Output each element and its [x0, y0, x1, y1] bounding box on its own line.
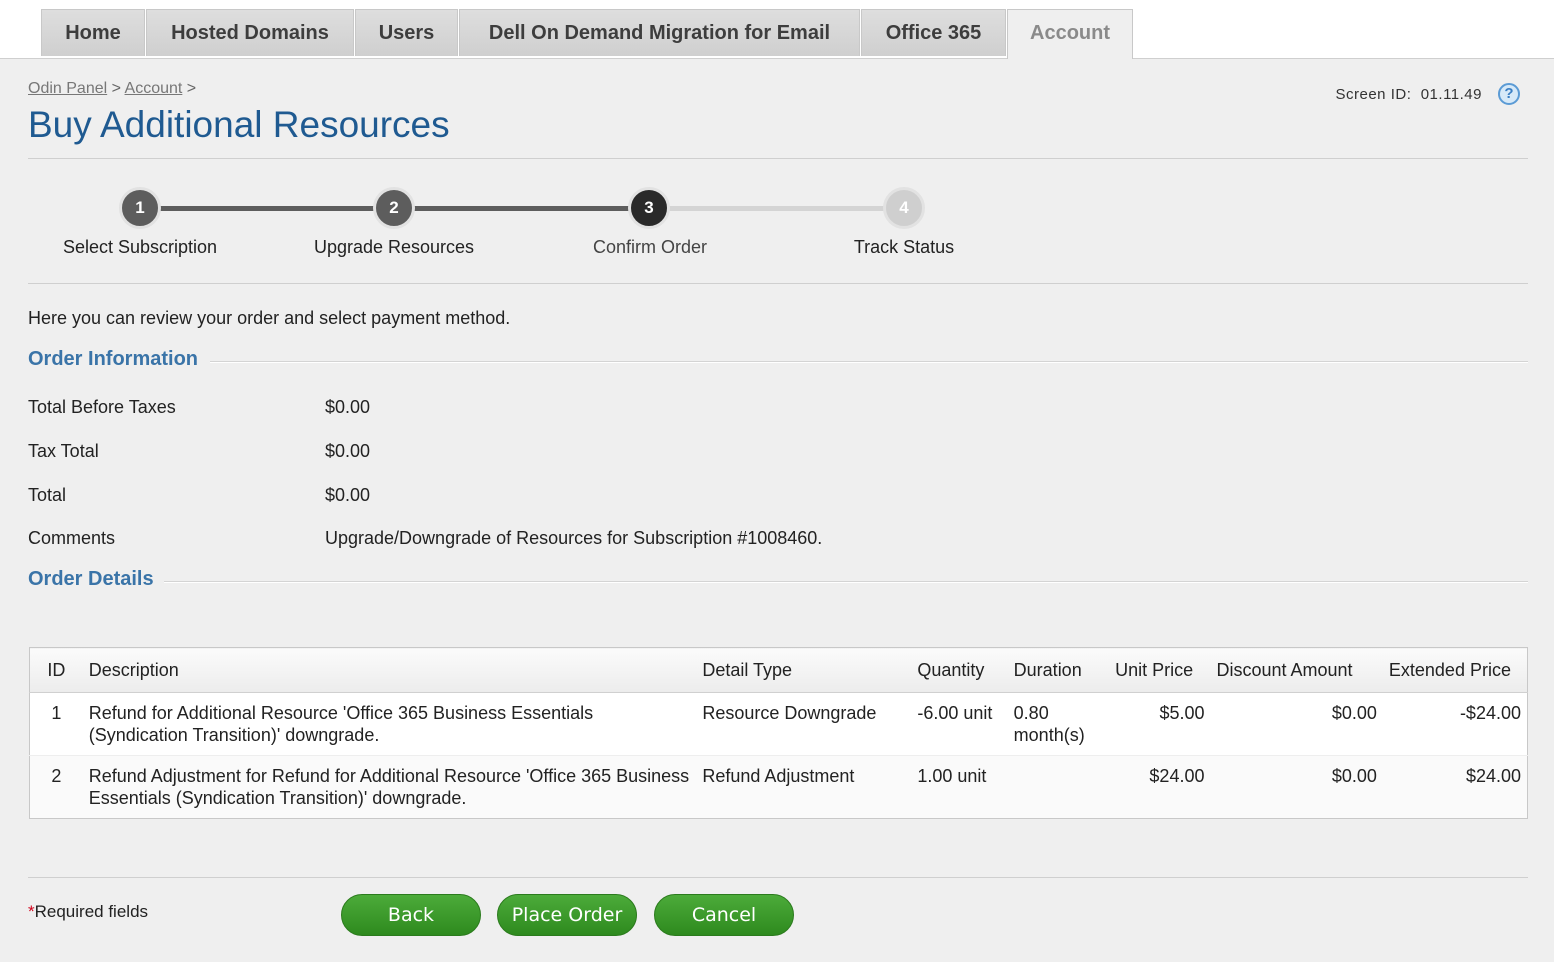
- breadcrumb-account[interactable]: Account: [125, 80, 183, 97]
- comments-value: Upgrade/Downgrade of Resources for Subsc…: [325, 528, 823, 548]
- screen-id-value: 01.11.49: [1420, 86, 1482, 103]
- row-unit-price: $24.00: [1109, 755, 1211, 819]
- row-unit-price: $5.00: [1159, 703, 1205, 723]
- table-row: 2 Refund Adjustment for Refund for Addit…: [29, 755, 1528, 819]
- comments-label: Comments: [28, 528, 116, 548]
- required-text: Required fields: [34, 902, 149, 921]
- total-value: $0.00: [325, 485, 371, 505]
- tab-hosted-domains[interactable]: Hosted Domains: [146, 9, 354, 56]
- order-details-table: ID Description Detail Type Quantity Dura…: [29, 647, 1528, 819]
- tab-office-365[interactable]: Office 365: [861, 9, 1006, 56]
- total-label: Total: [28, 485, 67, 505]
- intro-text: Here you can review your order and selec…: [28, 308, 511, 328]
- breadcrumb-odin-panel[interactable]: Odin Panel: [28, 80, 107, 97]
- tab-dell-migration[interactable]: Dell On Demand Migration for Email: [459, 9, 860, 56]
- total-before-taxes-value: $0.00: [325, 397, 371, 417]
- breadcrumb: Odin Panel > Account >: [28, 80, 196, 98]
- cancel-button[interactable]: Cancel: [654, 894, 794, 936]
- tab-home[interactable]: Home: [41, 9, 145, 56]
- wizard-step-2-circle: 2: [373, 187, 415, 229]
- wizard-progress-pending: [650, 206, 904, 211]
- table-row: 1 Refund for Additional Resource 'Office…: [30, 693, 1528, 756]
- wizard-step-4-circle: 4: [883, 187, 925, 229]
- title-divider: [28, 158, 1528, 159]
- page-title: Buy Additional Resources: [28, 104, 450, 145]
- back-button[interactable]: Back: [341, 894, 481, 936]
- row-detail-type: Refund Adjustment: [696, 755, 912, 819]
- wizard-step-3-circle: 3: [628, 187, 670, 229]
- col-discount-amount: Discount Amount: [1210, 647, 1383, 693]
- tab-users[interactable]: Users: [355, 9, 458, 56]
- row-quantity: -6.00 unit: [917, 703, 993, 723]
- col-quantity: Quantity: [911, 647, 1008, 693]
- footer-divider: [28, 877, 1528, 878]
- tax-total-value: $0.00: [325, 441, 371, 461]
- row-extended-price: -$24.00: [1459, 703, 1521, 723]
- breadcrumb-separator: >: [186, 80, 197, 97]
- order-information-title: Order Information: [28, 348, 199, 370]
- row-description: Refund Adjustment for Refund for Additio…: [82, 755, 697, 819]
- wizard-step-1-label: Select Subscription: [62, 237, 218, 257]
- tax-total-label: Tax Total: [28, 441, 99, 461]
- col-id: ID: [29, 647, 83, 693]
- col-description: Description: [82, 647, 697, 693]
- screen-id-label: Screen ID:: [1335, 86, 1412, 103]
- order-wizard: 1 2 3 4 Select Subscription Upgrade Reso…: [0, 185, 1000, 275]
- col-detail-type: Detail Type: [696, 647, 912, 693]
- wizard-divider: [28, 283, 1528, 284]
- row-duration: [1007, 755, 1110, 819]
- col-extended-price: Extended Price: [1382, 647, 1528, 693]
- row-duration: 0.80 month(s): [1013, 703, 1085, 745]
- required-star: *: [28, 902, 35, 921]
- place-order-button[interactable]: Place Order: [497, 894, 637, 936]
- col-duration: Duration: [1007, 647, 1110, 693]
- row-id: 1: [51, 703, 62, 723]
- table-header-row: ID Description Detail Type Quantity Dura…: [29, 647, 1528, 693]
- order-details-title: Order Details: [28, 568, 154, 590]
- total-before-taxes-label: Total Before Taxes: [28, 397, 176, 417]
- tab-account[interactable]: Account: [1007, 9, 1133, 59]
- col-unit-price: Unit Price: [1109, 647, 1211, 693]
- wizard-step-3-label: Confirm Order: [592, 237, 708, 257]
- wizard-step-1-circle: 1: [119, 187, 161, 229]
- help-icon[interactable]: ?: [1498, 83, 1520, 105]
- row-discount: $0.00: [1210, 755, 1383, 819]
- section-divider: [164, 581, 1528, 583]
- breadcrumb-separator: >: [111, 80, 121, 97]
- row-id: 2: [29, 755, 83, 819]
- row-description: Refund for Additional Resource 'Office 3…: [88, 703, 594, 745]
- screen-id: Screen ID: 01.11.49: [1336, 86, 1483, 103]
- row-quantity: 1.00 unit: [911, 755, 1008, 819]
- section-divider: [210, 361, 1528, 363]
- wizard-step-2-label: Upgrade Resources: [313, 237, 475, 257]
- row-discount: $0.00: [1331, 703, 1377, 723]
- required-fields-note: *Required fields: [28, 902, 148, 922]
- row-detail-type: Resource Downgrade: [702, 703, 877, 723]
- row-extended-price: $24.00: [1382, 755, 1528, 819]
- wizard-step-4-label: Track Status: [853, 237, 955, 257]
- top-tab-bar: Home Hosted Domains Users Dell On Demand…: [0, 0, 1554, 59]
